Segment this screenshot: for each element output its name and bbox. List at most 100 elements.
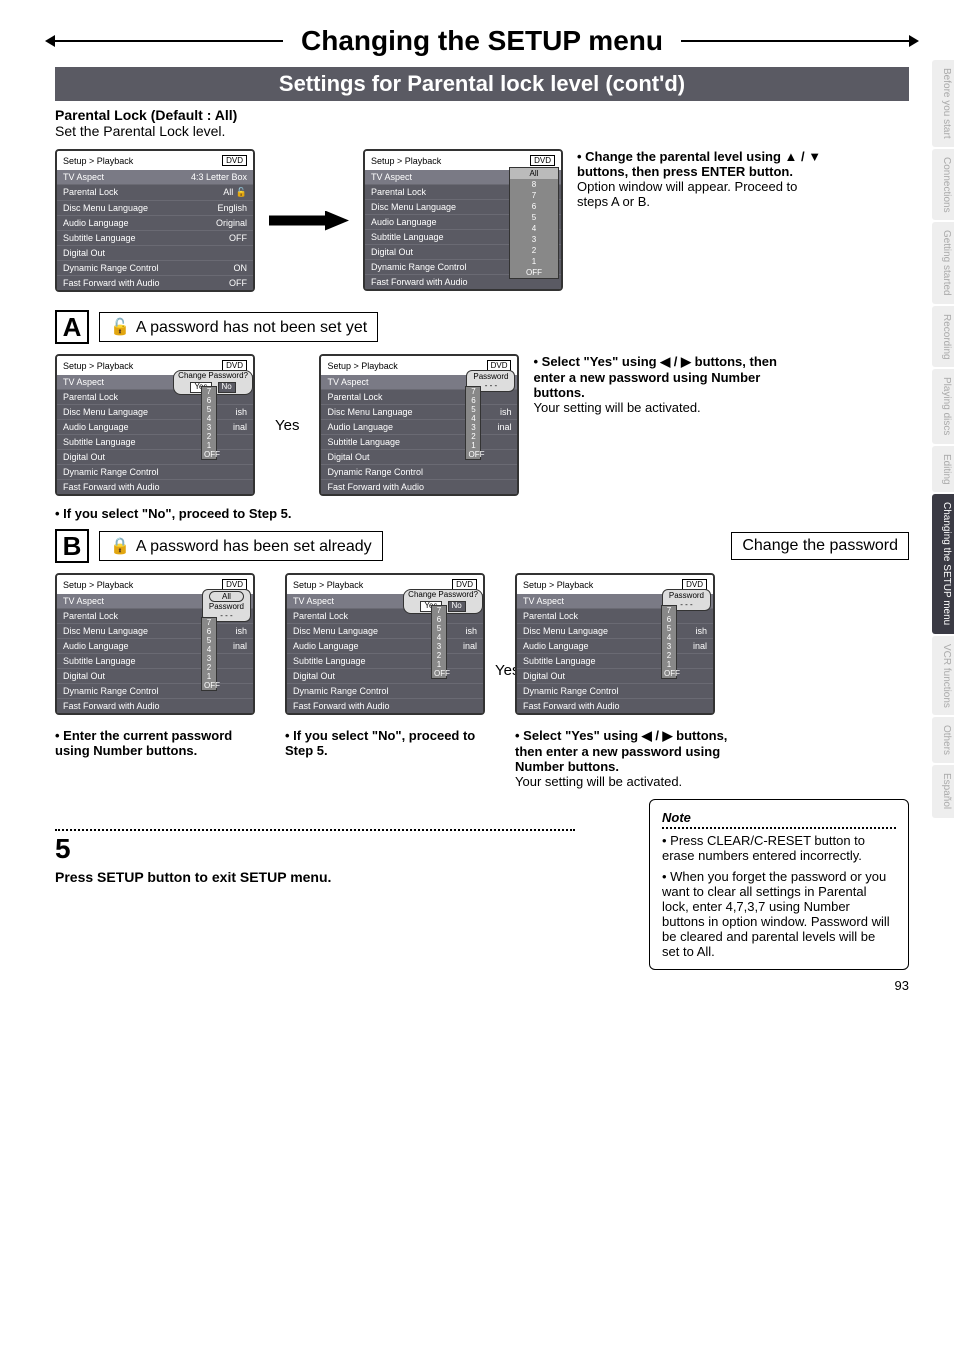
menu-item[interactable]: Digital Out	[57, 449, 253, 464]
level-option[interactable]: 3	[202, 423, 216, 432]
level-option[interactable]: 4	[510, 223, 558, 234]
menu-item[interactable]: TV Aspect4:3 Letter Box	[57, 170, 253, 184]
menu-item[interactable]: Disc Menu Languageish	[287, 623, 483, 638]
menu-item[interactable]: Dynamic Range Control	[57, 464, 253, 479]
level-option[interactable]: 4	[202, 645, 216, 654]
menu-panel-b1: Setup > PlaybackDVD TV Aspectetter BoxPa…	[55, 573, 255, 715]
menu-item[interactable]: Audio Languageinal	[57, 638, 253, 653]
level-option[interactable]: 6	[202, 396, 216, 405]
side-tab[interactable]: Editing	[932, 446, 954, 493]
level-option[interactable]: 5	[202, 405, 216, 414]
menu-item[interactable]: Dynamic Range Control	[321, 464, 517, 479]
menu-item[interactable]: Fast Forward with Audio	[517, 698, 713, 713]
level-option[interactable]: 7	[466, 387, 480, 396]
menu-item[interactable]: Subtitle Language	[517, 653, 713, 668]
level-option[interactable]: 2	[662, 651, 676, 660]
menu-item[interactable]: Subtitle Language	[321, 434, 517, 449]
menu-item[interactable]: Audio Languageinal	[287, 638, 483, 653]
level-option[interactable]: 6	[466, 396, 480, 405]
level-option[interactable]: 1	[202, 672, 216, 681]
side-tab[interactable]: Playing discs	[932, 369, 954, 443]
level-option[interactable]: 4	[466, 414, 480, 423]
level-option[interactable]: 1	[662, 660, 676, 669]
level-option[interactable]: OFF	[510, 267, 558, 278]
menu-item[interactable]: Fast Forward with Audio	[57, 479, 253, 494]
level-option[interactable]: 2	[432, 651, 446, 660]
level-option[interactable]: 1	[432, 660, 446, 669]
menu-item[interactable]: Digital Out	[57, 245, 253, 260]
level-option[interactable]: 5	[662, 624, 676, 633]
side-tab[interactable]: Español	[932, 765, 954, 817]
menu-item[interactable]: Subtitle LanguageOFF	[57, 230, 253, 245]
level-option[interactable]: 6	[510, 201, 558, 212]
side-tab[interactable]: Before you start	[932, 60, 954, 147]
level-option[interactable]: OFF	[432, 669, 446, 678]
menu-item[interactable]: Fast Forward with Audio	[321, 479, 517, 494]
level-option[interactable]: OFF	[202, 450, 216, 459]
menu-item[interactable]: Dynamic Range Control	[57, 683, 253, 698]
level-option[interactable]: 5	[510, 212, 558, 223]
level-option[interactable]: 2	[202, 432, 216, 441]
menu-item[interactable]: Audio Languageinal	[517, 638, 713, 653]
level-option[interactable]: OFF	[466, 450, 480, 459]
level-option[interactable]: 3	[466, 423, 480, 432]
level-option[interactable]: 1	[202, 441, 216, 450]
level-option[interactable]: 8	[510, 179, 558, 190]
level-option[interactable]: 5	[432, 624, 446, 633]
menu-item[interactable]: Subtitle Language	[57, 434, 253, 449]
side-tab[interactable]: Others	[932, 717, 954, 763]
level-option[interactable]: 2	[510, 245, 558, 256]
level-option[interactable]: 3	[662, 642, 676, 651]
level-option[interactable]: 5	[466, 405, 480, 414]
level-option[interactable]: 4	[202, 414, 216, 423]
side-tab[interactable]: Connections	[932, 149, 954, 221]
level-option[interactable]: 6	[432, 615, 446, 624]
level-option[interactable]: 4	[662, 633, 676, 642]
side-tab[interactable]: Recording	[932, 306, 954, 368]
menu-item[interactable]: Disc Menu Languageish	[517, 623, 713, 638]
level-option[interactable]: 7	[202, 618, 216, 627]
level-option[interactable]: 3	[202, 654, 216, 663]
level-option[interactable]: 2	[466, 432, 480, 441]
lock-icon: 🔒	[110, 538, 130, 555]
menu-item[interactable]: Dynamic Range Control	[517, 683, 713, 698]
level-option[interactable]: 2	[202, 663, 216, 672]
menu-item[interactable]: Digital Out	[321, 449, 517, 464]
menu-item[interactable]: Subtitle Language	[57, 653, 253, 668]
level-option[interactable]: OFF	[202, 681, 216, 690]
menu-item[interactable]: Digital Out	[287, 668, 483, 683]
menu-item[interactable]: Audio Languageinal	[321, 419, 517, 434]
level-option[interactable]: 7	[202, 387, 216, 396]
side-tab[interactable]: VCR functions	[932, 636, 954, 716]
menu-item[interactable]: Dynamic Range Control	[287, 683, 483, 698]
menu-item[interactable]: Digital Out	[517, 668, 713, 683]
menu-item[interactable]: Audio LanguageOriginal	[57, 215, 253, 230]
level-option[interactable]: 6	[202, 627, 216, 636]
menu-item[interactable]: Fast Forward with Audio	[287, 698, 483, 713]
menu-item[interactable]: Fast Forward with Audio	[57, 698, 253, 713]
level-option[interactable]: 5	[202, 636, 216, 645]
level-option[interactable]: 3	[432, 642, 446, 651]
level-option[interactable]: 3	[510, 234, 558, 245]
menu-item[interactable]: Digital Out	[57, 668, 253, 683]
side-tab[interactable]: Getting started	[932, 222, 954, 304]
level-option[interactable]: 7	[432, 606, 446, 615]
level-option[interactable]: 4	[432, 633, 446, 642]
menu-item[interactable]: Audio Languageinal	[57, 419, 253, 434]
level-option[interactable]: OFF	[662, 669, 676, 678]
level-option[interactable]: 1	[510, 256, 558, 267]
menu-item[interactable]: Disc Menu Languageish	[57, 404, 253, 419]
side-tab[interactable]: Changing the SETUP menu	[932, 494, 954, 633]
level-option[interactable]: 7	[510, 190, 558, 201]
level-option[interactable]: 7	[662, 606, 676, 615]
level-option[interactable]: All	[510, 168, 558, 179]
level-option[interactable]: 1	[466, 441, 480, 450]
menu-item[interactable]: Fast Forward with AudioOFF	[57, 275, 253, 290]
level-option[interactable]: 6	[662, 615, 676, 624]
menu-item[interactable]: Dynamic Range ControlON	[57, 260, 253, 275]
menu-item[interactable]: Parental LockAll 🔓	[57, 184, 253, 200]
menu-item[interactable]: Subtitle Language	[287, 653, 483, 668]
menu-item[interactable]: Disc Menu Languageish	[321, 404, 517, 419]
menu-item[interactable]: Disc Menu LanguageEnglish	[57, 200, 253, 215]
menu-item[interactable]: Disc Menu Languageish	[57, 623, 253, 638]
